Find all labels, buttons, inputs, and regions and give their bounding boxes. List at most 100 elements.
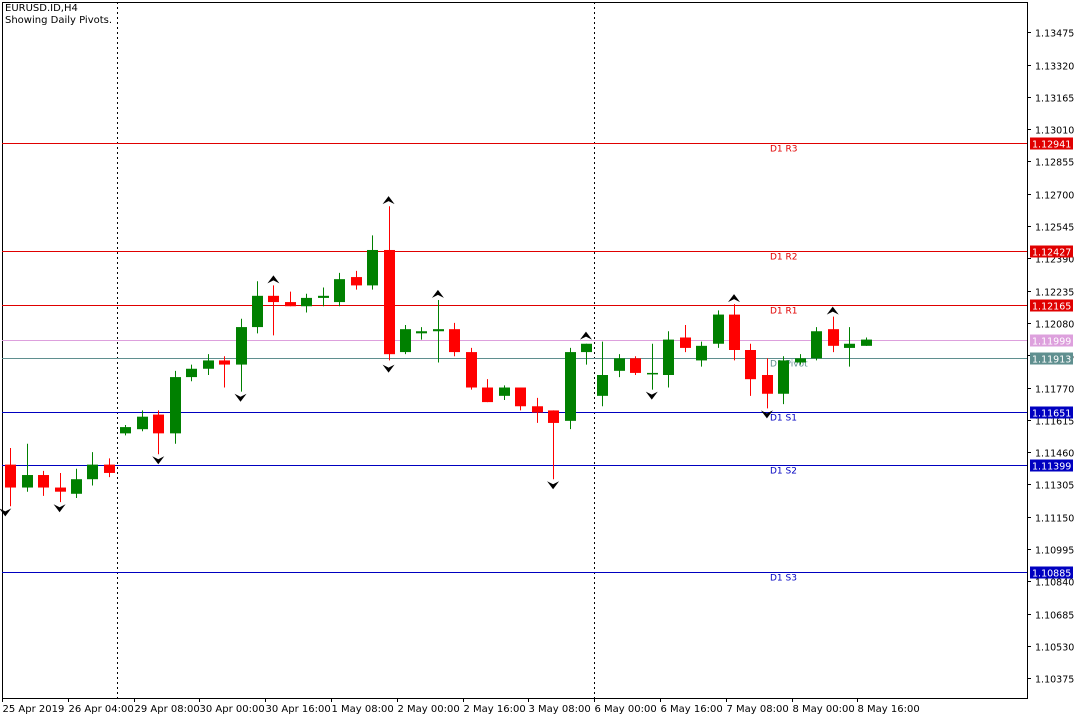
y-tick-label: 1.10375 <box>1035 675 1074 686</box>
fractal-down-arrow-icon <box>234 393 247 402</box>
price-tag-label: 1.11651 <box>1032 409 1071 420</box>
y-tick-label: 1.12235 <box>1035 288 1074 299</box>
candle-body <box>828 329 839 346</box>
candle-body <box>384 249 395 355</box>
price-tag-label: 1.10885 <box>1032 569 1071 580</box>
candle-body <box>795 358 806 363</box>
x-tick-label: 6 May 16:00 <box>661 704 723 715</box>
candle-body <box>351 277 362 286</box>
candle-body <box>318 295 329 298</box>
candle-body <box>285 302 296 307</box>
current-price-label: 1.11999 <box>1032 337 1071 348</box>
x-tick-label: 2 May 00:00 <box>398 704 460 715</box>
y-tick-label: 1.13010 <box>1035 126 1074 137</box>
candle-body <box>104 464 115 473</box>
candle-body <box>236 327 247 365</box>
y-tick-label: 1.11770 <box>1035 385 1074 396</box>
candle-body <box>647 372 658 375</box>
price-tag-label: 1.12427 <box>1032 248 1071 259</box>
fractal-up-arrow-icon <box>267 275 280 284</box>
x-tick-label: 2 May 16:00 <box>464 704 526 715</box>
candle-body <box>416 331 427 334</box>
x-tick-label: 30 Apr 00:00 <box>200 704 265 715</box>
x-tick-label: 6 May 00:00 <box>595 704 657 715</box>
candle-body <box>778 360 789 394</box>
pivot-label: D1 R1 <box>770 307 798 317</box>
price-tag-label: 1.12165 <box>1032 302 1071 313</box>
x-tick-label: 26 Apr 04:00 <box>69 704 134 715</box>
y-tick-label: 1.10530 <box>1035 643 1074 654</box>
chart-window: EURUSD.ID,H4 Showing Daily Pivots. 1.134… <box>0 0 1080 720</box>
candle-body <box>55 487 66 492</box>
pivot-label: D1 R3 <box>770 145 798 155</box>
y-tick-label: 1.13320 <box>1035 62 1074 73</box>
pivot-label: D1 S1 <box>770 414 797 424</box>
candle-body <box>548 410 559 423</box>
pivot-label: D1 S3 <box>770 574 797 584</box>
x-tick-label: 8 May 16:00 <box>858 704 920 715</box>
candle-body <box>729 314 740 350</box>
fractal-up-arrow-icon <box>728 294 741 303</box>
x-tick-label: 3 May 08:00 <box>529 704 591 715</box>
candle-body <box>597 375 608 396</box>
x-tick-label: 25 Apr 2019 <box>3 704 65 715</box>
candle-body <box>614 358 625 371</box>
price-tag-label: 1.11913 <box>1032 355 1071 366</box>
y-tick-label: 1.11460 <box>1035 449 1074 460</box>
y-tick-label: 1.10685 <box>1035 611 1074 622</box>
candle-body <box>811 331 822 359</box>
pivot-label: D1 R2 <box>770 253 798 263</box>
candle-body <box>268 295 279 303</box>
candle-body <box>861 339 872 346</box>
candle-body <box>532 406 543 413</box>
fractal-down-arrow-icon <box>645 391 658 400</box>
candle-body <box>696 345 707 361</box>
candle-body <box>482 387 493 403</box>
candle-body <box>5 464 16 488</box>
candle-body <box>153 414 164 434</box>
fractal-down-arrow-icon <box>382 364 395 373</box>
candle-body <box>762 375 773 394</box>
candle-body <box>301 297 312 307</box>
y-tick-label: 1.12855 <box>1035 158 1074 169</box>
candle-body <box>367 249 378 286</box>
y-tick-label: 1.11305 <box>1035 481 1074 492</box>
candle-body <box>186 368 197 378</box>
fractal-up-arrow-icon <box>579 331 592 340</box>
candle-body <box>844 343 855 348</box>
candle-body <box>466 352 477 388</box>
price-tag-label: 1.12941 <box>1032 140 1071 151</box>
candle-body <box>137 416 148 430</box>
candle-body <box>120 427 131 434</box>
x-tick-label: 29 Apr 08:00 <box>135 704 200 715</box>
price-chart[interactable]: 1.13475 1.13320 1.13165 1.13010 1.12855 1.127… <box>0 0 1080 720</box>
price-tag-label: 1.11399 <box>1032 462 1071 473</box>
candle-body <box>38 475 49 488</box>
y-tick-label: 1.12545 <box>1035 223 1074 234</box>
candle-body <box>663 339 674 376</box>
y-tick-label: 1.13475 <box>1035 29 1074 40</box>
candle-body <box>713 314 724 344</box>
fractal-up-arrow-icon <box>382 196 395 205</box>
x-tick-label: 1 May 08:00 <box>332 704 394 715</box>
candle-body <box>170 377 181 434</box>
y-tick-label: 1.13165 <box>1035 94 1074 105</box>
y-tick-label: 1.10995 <box>1035 546 1074 557</box>
y-tick-label: 1.11150 <box>1035 514 1074 525</box>
candle-body <box>22 475 33 488</box>
plot-frame <box>2 2 1028 699</box>
x-tick-label: 7 May 08:00 <box>727 704 789 715</box>
candle-body <box>515 387 526 407</box>
candle-body <box>71 479 82 494</box>
fractal-down-arrow-icon <box>53 504 66 513</box>
y-tick-label: 1.12700 <box>1035 191 1074 202</box>
candle-body <box>565 352 576 421</box>
y-tick-label: 1.12080 <box>1035 320 1074 331</box>
x-tick-label: 30 Apr 16:00 <box>266 704 331 715</box>
pivot-label: D1 S2 <box>770 467 797 477</box>
candle-body <box>433 329 444 332</box>
fractal-up-arrow-icon <box>826 306 839 315</box>
candle-body <box>499 387 510 396</box>
candle-body <box>87 464 98 480</box>
fractal-down-arrow-icon <box>152 456 165 465</box>
